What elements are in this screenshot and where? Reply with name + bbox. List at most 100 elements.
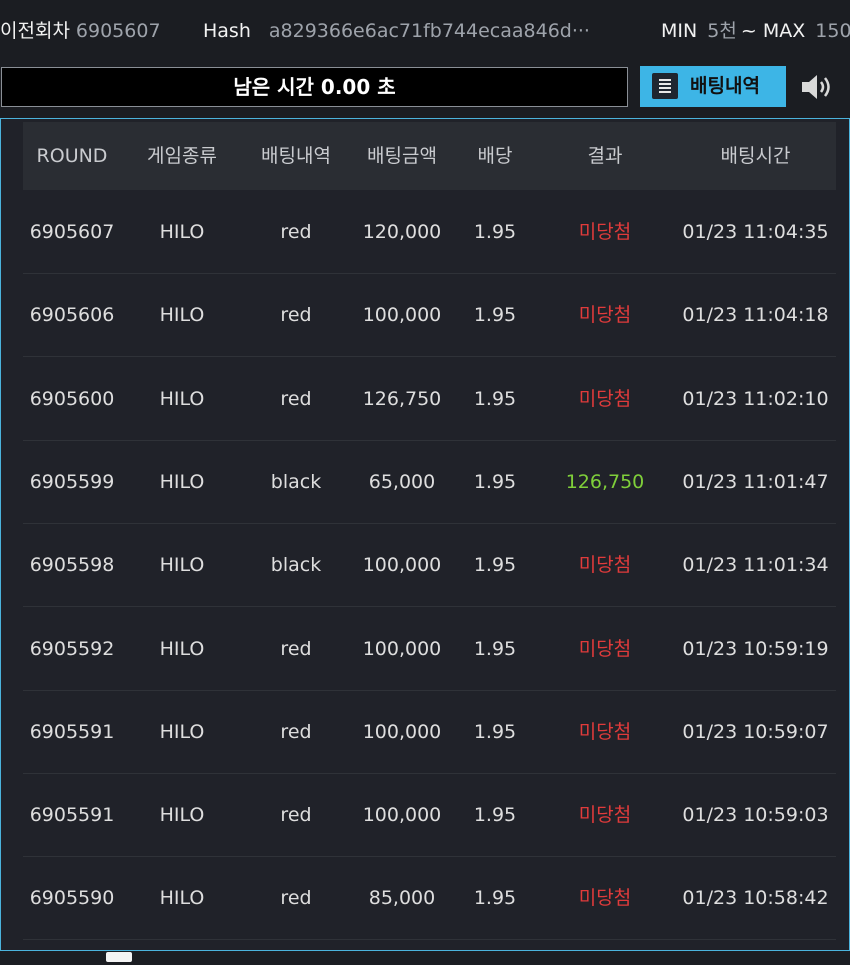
table-row: 6905591 HILO red 100,000 1.95 미당첨 01/23 10:59:… xyxy=(23,774,836,858)
previous-round: 이전회차 6905607 xyxy=(0,18,161,44)
game-cell: HILO xyxy=(159,470,205,493)
result-cell: 미당첨 xyxy=(578,221,632,243)
column-header-time: 배팅시간 xyxy=(720,145,791,167)
result-cell: 미당첨 xyxy=(578,804,632,827)
list-icon xyxy=(652,73,678,99)
amount-cell: 85,000 xyxy=(368,887,436,910)
round-cell: 6905592 xyxy=(29,637,115,660)
result-cell: 미당첨 xyxy=(578,887,632,910)
amount-cell: 126,750 xyxy=(362,387,442,410)
bet-cell: black xyxy=(270,554,322,577)
column-header-bet: 배팅내역 xyxy=(261,145,331,167)
result-cell: 미당첨 xyxy=(578,304,632,327)
bet-cell: red xyxy=(280,387,312,410)
round-cell: 6905591 xyxy=(29,720,115,743)
bet-limits: MIN 5천~ MAX 150만 xyxy=(661,18,850,44)
table-row: 6905598 HILO black 100,000 1.95 미당첨 01/23 11:0… xyxy=(23,524,836,608)
previous-round-label: 이전회차 xyxy=(0,20,70,42)
game-cell: HILO xyxy=(159,804,205,827)
game-cell: HILO xyxy=(159,304,205,327)
odds-cell: 1.95 xyxy=(473,554,517,577)
time-cell: 01/23 11:04:18 xyxy=(682,304,829,327)
bet-cell: red xyxy=(280,221,312,243)
amount-cell: 120,000 xyxy=(362,221,442,243)
round-cell: 6905599 xyxy=(29,470,115,493)
game-cell: HILO xyxy=(159,221,205,243)
amount-cell: 100,000 xyxy=(362,804,442,827)
odds-cell: 1.95 xyxy=(473,720,517,743)
time-cell: 01/23 10:58:42 xyxy=(682,887,829,910)
result-cell: 미당첨 xyxy=(578,554,632,577)
column-header-amount: 배팅금액 xyxy=(367,145,437,167)
game-cell: HILO xyxy=(159,387,205,410)
table-row: 6905600 HILO red 126,750 1.95 미당첨 01/23 11:02:… xyxy=(23,358,836,441)
bet-cell: red xyxy=(280,804,312,827)
odds-cell: 1.95 xyxy=(473,387,517,410)
odds-cell: 1.95 xyxy=(473,221,517,243)
amount-cell: 100,000 xyxy=(362,304,442,327)
odds-cell: 1.95 xyxy=(473,304,517,327)
card-icon xyxy=(106,952,132,962)
game-cell: HILO xyxy=(159,637,205,660)
table-row: 6905607 HILO red 120,000 1.95 미당첨 01/23 11:04:… xyxy=(23,191,836,274)
limit-separator: ~ xyxy=(740,20,757,42)
game-cell: HILO xyxy=(159,887,205,910)
odds-cell: 1.95 xyxy=(473,804,517,827)
table-header: ROUND 게임종류 배팅내역 배팅금액 배당 결과 배팅시간 xyxy=(23,122,836,190)
hash-label: Hash xyxy=(203,20,251,42)
column-header-game: 게임종류 xyxy=(147,145,217,167)
time-cell: 01/23 11:01:34 xyxy=(682,554,829,577)
top-info-bar: 이전회차 6905607 Hash a829366e6ac71fb744ecaa84… xyxy=(0,0,850,62)
amount-cell: 100,000 xyxy=(362,720,442,743)
amount-cell: 65,000 xyxy=(368,470,436,493)
result-cell: 126,750 xyxy=(565,470,645,493)
bet-cell: red xyxy=(280,637,312,660)
table-row: 6905599 HILO black 65,000 1.95 126,750 01/23 1… xyxy=(23,441,836,524)
odds-cell: 1.95 xyxy=(473,470,517,493)
round-cell: 6905590 xyxy=(29,887,115,910)
betting-history-label: 배팅내역 xyxy=(690,75,760,97)
time-cell: 01/23 10:59:19 xyxy=(682,637,829,660)
odds-cell: 1.95 xyxy=(473,887,517,910)
bet-cell: red xyxy=(280,720,312,743)
table-row: 6905592 HILO red 100,000 1.95 미당첨 01/23 10:59:… xyxy=(23,608,836,691)
previous-round-value: 6905607 xyxy=(75,20,161,42)
amount-cell: 100,000 xyxy=(362,554,442,577)
game-cell: HILO xyxy=(159,720,205,743)
round-cell: 6905607 xyxy=(29,221,115,243)
min-value: 5천 xyxy=(707,20,737,42)
column-header-round: ROUND xyxy=(36,145,108,167)
time-cell: 01/23 11:04:35 xyxy=(682,221,829,243)
time-cell: 01/23 11:01:47 xyxy=(682,470,829,493)
odds-cell: 1.95 xyxy=(473,637,517,660)
table-row: 6905590 HILO red 85,000 1.95 미당첨 01/23 10:58:4… xyxy=(23,857,836,941)
time-cell: 01/23 11:02:10 xyxy=(682,387,829,410)
round-cell: 6905598 xyxy=(29,554,115,577)
round-cell: 6905600 xyxy=(29,387,115,410)
bet-cell: red xyxy=(280,887,312,910)
time-cell: 01/23 10:59:03 xyxy=(682,804,829,827)
game-cell: HILO xyxy=(159,554,205,577)
table-row: 6905591 HILO red 100,000 1.95 미당첨 01/23 10:59:… xyxy=(23,691,836,774)
hash-value: a829366e6ac71fb744ecaa846d··· xyxy=(268,20,590,42)
result-cell: 미당첨 xyxy=(578,387,632,410)
table-row: 6905606 HILO red 100,000 1.95 미당첨 01/23 11:04:… xyxy=(23,274,836,358)
remaining-time: 남은 시간 0.00 초 xyxy=(1,67,628,107)
column-header-odds: 배당 xyxy=(477,145,513,167)
betting-history-button[interactable]: 배팅내역 xyxy=(640,66,786,107)
betting-history-panel: ROUND 게임종류 배팅내역 배팅금액 배당 결과 배팅시간 6905607 H… xyxy=(0,118,850,951)
speaker-icon[interactable] xyxy=(800,72,836,102)
amount-cell: 100,000 xyxy=(362,637,442,660)
time-cell: 01/23 10:59:07 xyxy=(682,720,829,743)
hash-info: Hash a829366e6ac71fb744ecaa846d··· xyxy=(203,18,590,44)
min-label: MIN xyxy=(661,20,698,42)
round-cell: 6905591 xyxy=(29,804,115,827)
max-value: 150만 xyxy=(815,20,850,42)
result-cell: 미당첨 xyxy=(578,720,632,743)
bet-cell: black xyxy=(270,470,322,493)
column-header-result: 결과 xyxy=(587,145,623,167)
round-cell: 6905606 xyxy=(29,304,115,327)
result-cell: 미당첨 xyxy=(578,637,632,660)
bet-cell: red xyxy=(280,304,312,327)
max-label: MAX xyxy=(762,20,806,42)
